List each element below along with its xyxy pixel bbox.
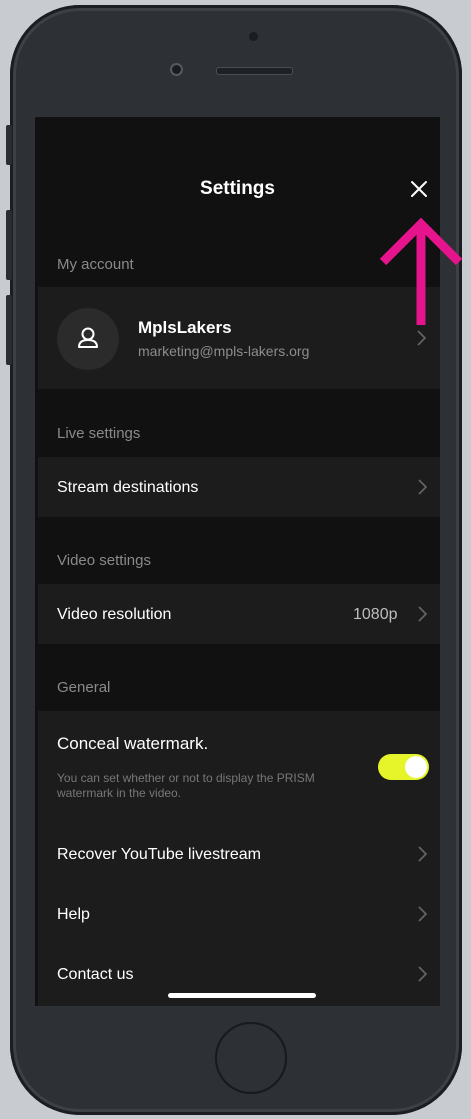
contact-us-item[interactable]: Contact us [57,966,427,996]
home-indicator[interactable] [168,993,316,998]
stream-destinations-row[interactable]: Stream destinations [38,457,440,517]
section-label-general: General [57,679,111,696]
help-item[interactable]: Help [57,906,427,936]
video-resolution-value: 1080p [353,606,398,623]
mute-switch [6,125,12,165]
video-resolution-label: Video resolution [57,606,172,623]
home-button[interactable] [215,1022,287,1094]
conceal-watermark-toggle[interactable] [378,754,429,780]
chevron-right-icon [417,330,427,346]
section-label-live-settings: Live settings [57,425,141,442]
recover-youtube-livestream-item[interactable]: Recover YouTube livestream [57,846,427,876]
toggle-knob [405,756,427,778]
stream-destinations-label: Stream destinations [57,479,199,496]
chevron-right-icon [418,479,428,495]
close-icon[interactable] [407,177,431,201]
account-email: marketing@mpls-lakers.org [138,343,310,359]
chevron-right-icon [418,606,428,622]
conceal-watermark-label: Conceal watermark. [57,734,209,753]
account-name: MplsLakers [138,318,232,337]
section-label-video-settings: Video settings [57,552,151,569]
user-icon [78,327,98,348]
page-title: Settings [200,178,275,199]
chevron-right-icon [418,906,428,922]
front-camera [170,63,183,76]
volume-down-button [6,295,12,365]
general-group: Conceal watermark. You can set whether o… [38,711,440,1006]
chevron-right-icon [418,846,428,862]
section-label-my-account: My account [57,256,134,273]
annotation-arrow-icon [379,217,463,325]
earpiece-speaker [216,67,293,75]
avatar [57,308,119,370]
video-resolution-row[interactable]: Video resolution 1080p [38,584,440,644]
proximity-sensor [249,32,258,41]
settings-header: Settings [35,117,440,219]
conceal-watermark-description: You can set whether or not to display th… [57,771,315,800]
chevron-right-icon [418,966,428,982]
volume-up-button [6,210,12,280]
